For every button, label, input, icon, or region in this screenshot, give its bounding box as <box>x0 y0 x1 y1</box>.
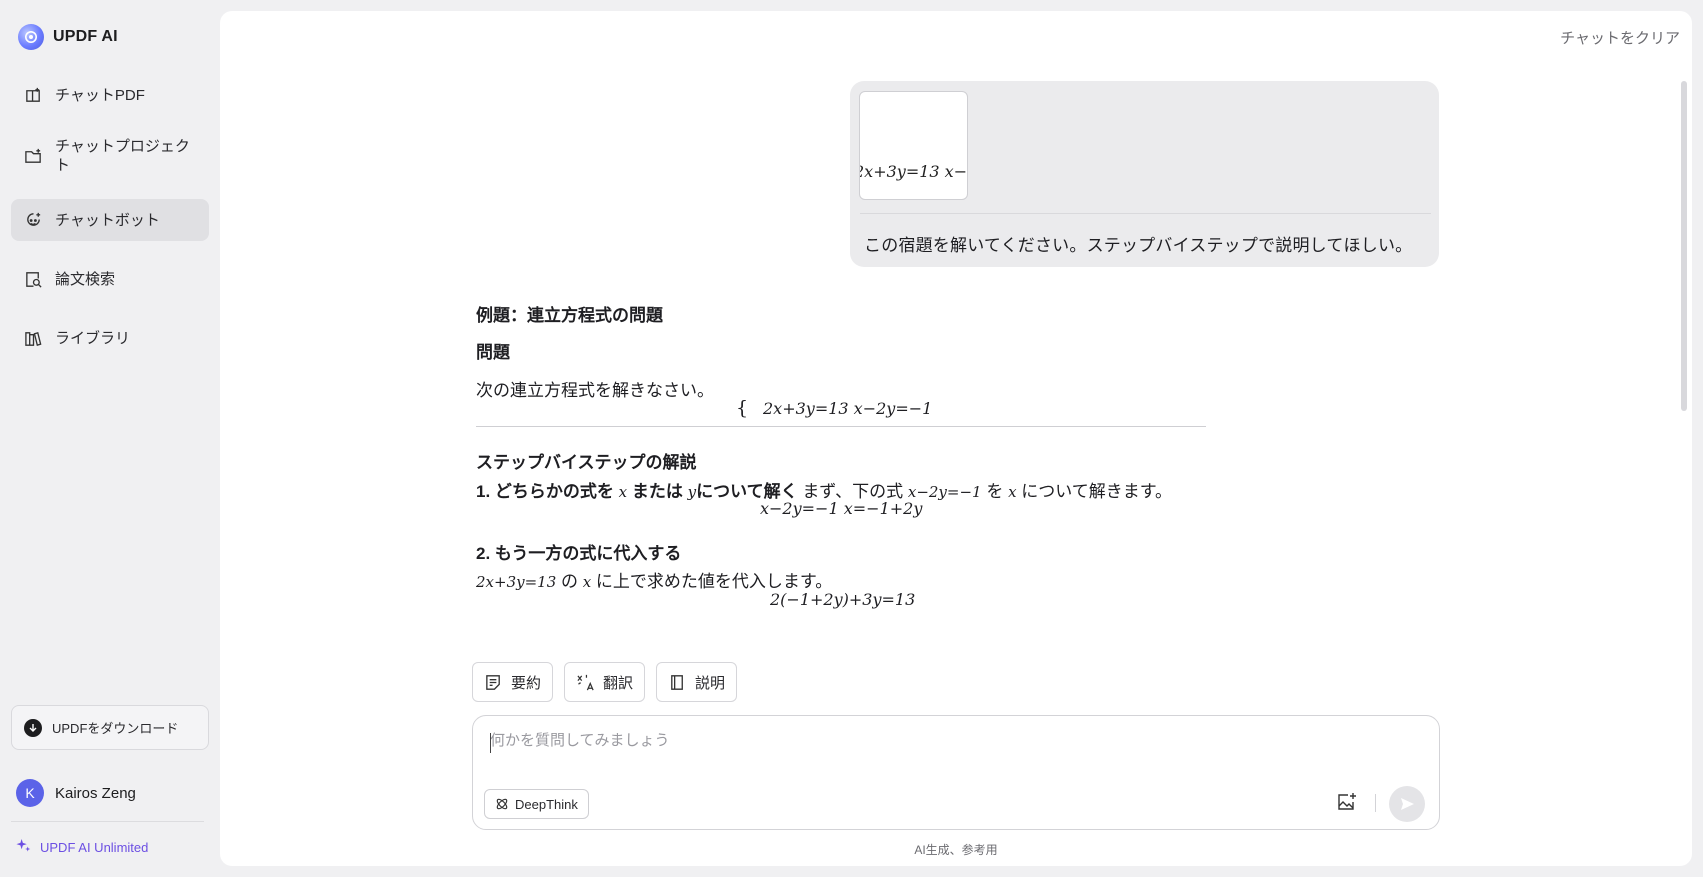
step2-line: 2x+3y=13 の x に上で求めた値を代入します。 <box>476 567 832 592</box>
step2-eq: 2x+3y=13 <box>476 573 557 591</box>
step2-var-x: x <box>582 573 592 591</box>
text-caret <box>490 733 491 753</box>
step1-var-x2: x <box>1008 483 1017 501</box>
sidebar-item-chat-pdf[interactable]: チャットPDF <box>11 74 209 116</box>
scrollbar[interactable] <box>1681 81 1687 411</box>
user-message-bubble: 2x+3y=13 x−2y この宿題を解いてください。ステップバイステップで説明… <box>850 81 1439 267</box>
problem-heading: 問題 <box>476 343 510 362</box>
sidebar: UPDF AI チャットPDF チャットプロジェクト チャットボット 論文検索 <box>0 0 218 877</box>
translate-icon <box>577 674 594 690</box>
library-icon <box>23 328 43 348</box>
atom-icon <box>496 798 508 810</box>
download-label: UPDFをダウンロード <box>52 721 179 736</box>
user-message-text: この宿題を解いてください。ステップバイステップで説明してほしい。 <box>864 236 1413 255</box>
sidebar-item-label: チャットPDF <box>55 86 145 104</box>
step1-bold-a: どちらかの式を <box>494 482 614 501</box>
send-icon <box>1401 798 1414 810</box>
download-icon <box>24 718 42 737</box>
chat-panel: チャットをクリア 2x+3y=13 x−2y この宿題を解いてください。ステップ… <box>220 11 1692 866</box>
steps-heading: ステップバイステップの解説 <box>476 453 697 472</box>
step1-text-c: について解きます。 <box>1021 482 1173 501</box>
step2-text-a: の <box>560 572 578 591</box>
sidebar-item-library[interactable]: ライブラリ <box>11 317 209 359</box>
explain-label: 説明 <box>695 674 726 692</box>
sparkle-icon <box>16 838 31 856</box>
sidebar-item-chat-project[interactable]: チャットプロジェクト <box>11 128 209 184</box>
sidebar-item-label: 論文検索 <box>55 270 116 288</box>
translate-label: 翻訳 <box>603 674 634 692</box>
summarize-icon <box>486 674 500 690</box>
clear-chat-button[interactable]: チャットをクリア <box>1560 27 1680 48</box>
explain-book-icon <box>671 674 683 690</box>
system-brace: { <box>736 397 749 419</box>
plan-label: UPDF AI Unlimited <box>40 839 149 855</box>
step1-var-y: y <box>687 483 697 501</box>
brand[interactable]: UPDF AI <box>18 24 118 50</box>
problem-text: 次の連立方程式を解きなさい。 <box>476 381 714 400</box>
message-composer: DeepThink <box>472 715 1440 830</box>
step1-num: 1. <box>476 482 491 501</box>
summarize-button[interactable]: 要約 <box>472 662 554 702</box>
step1-text-b: を <box>986 482 1004 501</box>
step2-display-math: 2(−1+2y)+3y=13 <box>770 590 916 609</box>
image-upload-button[interactable] <box>1334 789 1360 815</box>
sidebar-nav: チャットPDF チャットプロジェクト チャットボット 論文検索 ライブラリ <box>11 74 209 359</box>
plan-link[interactable]: UPDF AI Unlimited <box>16 838 148 856</box>
attachment-preview-text: 2x+3y=13 x−2y <box>859 162 968 181</box>
folder-plus-icon <box>23 146 43 166</box>
user-name: Kairos Zeng <box>55 784 136 802</box>
ai-disclaimer: AI生成、参考用 <box>914 843 998 857</box>
deepthink-toggle[interactable]: DeepThink <box>484 789 589 819</box>
step1-var-x: x <box>618 483 628 501</box>
user-profile[interactable]: K Kairos Zeng <box>16 779 136 807</box>
step2-text-b: に上で求めた値を代入します。 <box>595 572 833 591</box>
chat-pdf-icon <box>23 85 43 105</box>
step1-bold-b: または <box>631 482 683 501</box>
explain-button[interactable]: 説明 <box>656 662 738 702</box>
sidebar-divider <box>11 821 204 822</box>
send-button[interactable] <box>1389 786 1425 822</box>
section-divider <box>476 426 1206 427</box>
sidebar-item-label: チャットプロジェクト <box>55 138 190 174</box>
updf-logo-icon <box>18 24 44 50</box>
system-equations: 2x+3y=13 x−2y=−1 <box>763 399 933 418</box>
image-add-icon <box>1338 793 1356 810</box>
chat-input[interactable] <box>490 732 1390 749</box>
bot-icon <box>23 210 43 230</box>
composer-separator <box>1375 794 1376 812</box>
sidebar-item-chatbot[interactable]: チャットボット <box>11 199 209 241</box>
example-title: 例題：連立方程式の問題 <box>476 306 663 325</box>
brand-name: UPDF AI <box>53 28 118 45</box>
download-updf-button[interactable]: UPDFをダウンロード <box>11 705 209 750</box>
deepthink-label: DeepThink <box>515 796 578 812</box>
summarize-label: 要約 <box>511 674 542 692</box>
paper-search-icon <box>23 269 43 289</box>
step1-display-math: x−2y=−1 x=−1+2y <box>760 499 923 518</box>
avatar: K <box>16 779 44 807</box>
sidebar-item-paper-search[interactable]: 論文検索 <box>11 258 209 300</box>
sidebar-item-label: チャットボット <box>55 211 160 229</box>
translate-button[interactable]: 翻訳 <box>564 662 646 702</box>
sidebar-item-label: ライブラリ <box>55 329 131 347</box>
message-divider <box>860 213 1431 214</box>
attachment-thumbnail[interactable]: 2x+3y=13 x−2y <box>859 91 968 200</box>
step2-heading: 2. もう一方の式に代入する <box>476 544 682 563</box>
